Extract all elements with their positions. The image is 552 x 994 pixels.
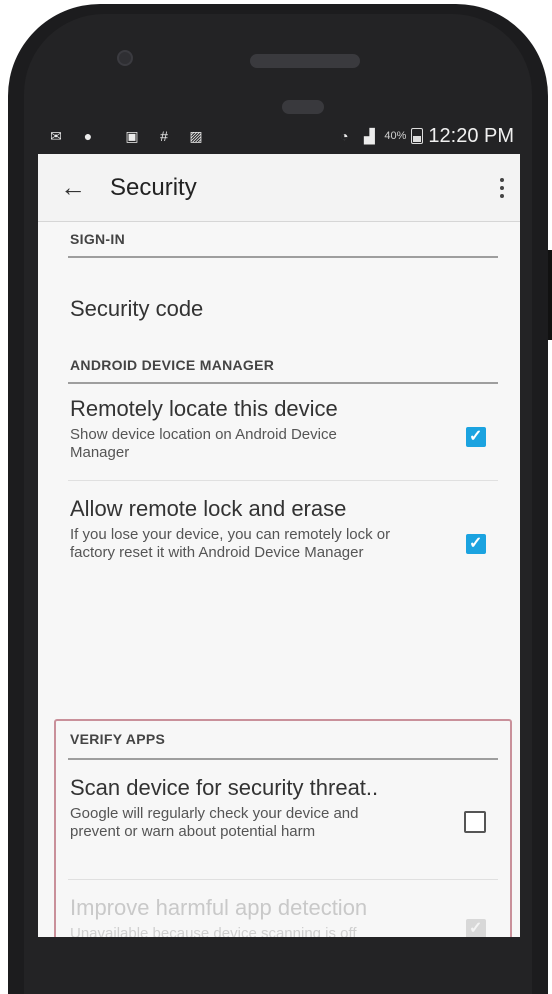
- volume-button: [548, 250, 552, 340]
- signal-icon: ▟: [363, 127, 375, 144]
- improve-detection-checkbox: [466, 918, 486, 937]
- remote-lock-subtitle: If you lose your device, you can remotel…: [70, 526, 391, 561]
- status-bar: ✉ ● ▣ # ▨ ◔ ▟ 40% 12:20 PM: [38, 118, 520, 154]
- remote-lock-checkbox[interactable]: [466, 533, 486, 554]
- front-camera: [117, 50, 133, 66]
- proximity-sensor: [282, 100, 324, 114]
- item-divider: [68, 480, 498, 481]
- phone-screen: ✉ ● ▣ # ▨ ◔ ▟ 40% 12:20 PM ← Security SI…: [38, 118, 520, 937]
- battery-icon: [411, 128, 424, 144]
- image-icon: ▣: [125, 127, 139, 144]
- section-header-sign-in: SIGN-IN: [70, 231, 125, 247]
- remote-locate-title: Remotely locate this device: [70, 396, 338, 421]
- mail-icon: ✉: [50, 127, 62, 144]
- scan-device-checkbox[interactable]: [464, 811, 486, 833]
- location-icon: ●: [83, 128, 93, 144]
- security-code-label: Security code: [70, 296, 204, 321]
- section-divider: [68, 758, 498, 760]
- scan-device-subtitle: Google will regularly check your device …: [70, 805, 359, 840]
- battery-percent: 40%: [384, 130, 407, 142]
- earpiece-speaker: [250, 54, 360, 68]
- item-divider: [68, 879, 498, 880]
- section-header-device-manager: ANDROID DEVICE MANAGER: [70, 357, 275, 373]
- remote-locate-item[interactable]: Remotely locate this device Show device …: [70, 396, 498, 462]
- improve-detection-subtitle: Unavailable because device scanning is o…: [70, 925, 357, 937]
- section-divider: [68, 256, 498, 258]
- scan-device-title: Scan device for security threat..: [70, 775, 379, 800]
- improve-detection-title: Improve harmful app detection: [70, 895, 368, 920]
- hash-icon: #: [160, 128, 168, 144]
- remote-locate-subtitle: Show device location on Android Device M…: [70, 426, 337, 461]
- settings-list: SIGN-IN Security code ANDROID DEVICE MAN…: [38, 222, 520, 937]
- remote-locate-checkbox[interactable]: [466, 426, 486, 447]
- remote-lock-item[interactable]: Allow remote lock and erase If you lose …: [70, 496, 498, 562]
- section-header-verify-apps: VERIFY APPS: [70, 731, 166, 747]
- back-arrow-icon[interactable]: ←: [60, 172, 92, 203]
- overflow-menu-icon[interactable]: [494, 177, 510, 198]
- scan-device-item[interactable]: Scan device for security threat.. Google…: [70, 775, 498, 841]
- app-bar: ← Security: [38, 154, 520, 222]
- improve-detection-item: Improve harmful app detection Unavailabl…: [70, 895, 498, 937]
- gallery-icon: ▨: [189, 127, 203, 144]
- section-divider: [68, 382, 498, 384]
- page-title: Security: [110, 173, 197, 201]
- remote-lock-title: Allow remote lock and erase: [70, 496, 347, 521]
- wifi-icon: ◔: [340, 128, 349, 144]
- status-time: 12:20 PM: [428, 124, 514, 147]
- security-code-item[interactable]: Security code: [70, 296, 498, 322]
